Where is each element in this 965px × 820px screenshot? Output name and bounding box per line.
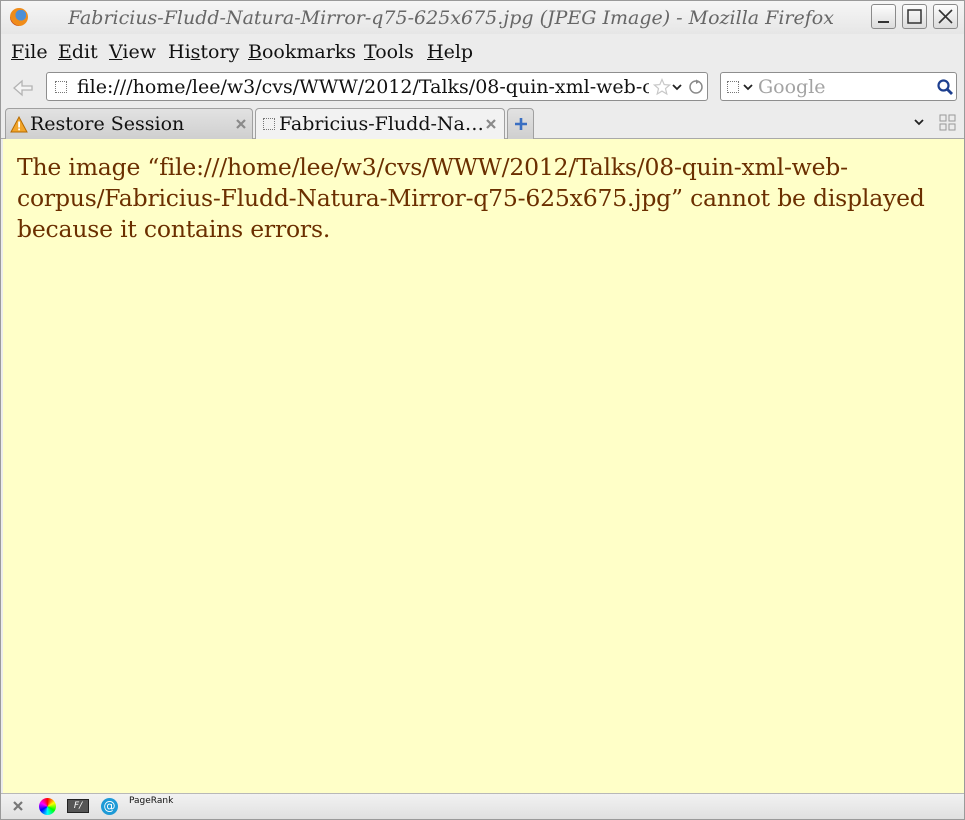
image-error-message: The image “file:///home/lee/w3/cvs/WWW/2…: [17, 153, 925, 243]
site-identity-icon[interactable]: [55, 81, 67, 93]
reload-icon[interactable]: [687, 78, 705, 96]
browser-window: Fabricius-Fludd-Natura-Mirror-q75-625x67…: [0, 0, 965, 820]
history-dropdown-icon[interactable]: [671, 82, 683, 92]
search-bar[interactable]: Google: [720, 72, 957, 101]
window-title: Fabricius-Fludd-Natura-Mirror-q75-625x67…: [68, 7, 834, 29]
menu-view[interactable]: View: [109, 41, 156, 63]
tab-restore-session[interactable]: Restore Session: [5, 108, 253, 139]
page-content: The image “file:///home/lee/w3/cvs/WWW/2…: [3, 139, 964, 793]
tab-fabricius-image[interactable]: Fabricius-Fludd-Na…: [255, 108, 505, 140]
back-arrow-icon[interactable]: [11, 78, 35, 98]
plus-icon: [515, 118, 527, 130]
menu-history[interactable]: History: [168, 41, 239, 63]
search-engine-dropdown-icon[interactable]: [742, 82, 754, 92]
tab-label: Fabricius-Fludd-Na…: [279, 113, 484, 135]
tab-bar: Restore Session Fabricius-Fludd-Na…: [1, 106, 964, 140]
bookmark-star-icon[interactable]: [653, 78, 671, 96]
url-bar[interactable]: file:///home/lee/w3/cvs/WWW/2012/Talks/0…: [46, 72, 708, 101]
page-icon: [263, 118, 275, 130]
pagerank-label[interactable]: PageRank: [129, 796, 173, 806]
maximize-icon: [907, 9, 922, 24]
color-picker-icon[interactable]: [39, 798, 56, 815]
menu-edit[interactable]: Edit: [58, 41, 98, 63]
menu-bar: File Edit View History Bookmarks Tools H…: [1, 35, 964, 68]
menu-bookmarks[interactable]: Bookmarks: [248, 41, 356, 63]
search-input[interactable]: Google: [758, 76, 826, 98]
warning-icon: [10, 116, 28, 133]
new-tab-button[interactable]: [507, 108, 534, 139]
tab-view-icon[interactable]: [939, 114, 957, 131]
search-engine-icon[interactable]: [727, 81, 739, 93]
minimize-button[interactable]: [871, 4, 896, 29]
title-bar[interactable]: Fabricius-Fludd-Natura-Mirror-q75-625x67…: [1, 1, 964, 34]
minimize-icon: [878, 21, 889, 23]
stop-icon[interactable]: [12, 800, 24, 812]
close-button[interactable]: [933, 4, 958, 29]
mail-icon[interactable]: @: [101, 798, 118, 815]
close-icon: [938, 9, 953, 24]
url-input[interactable]: file:///home/lee/w3/cvs/WWW/2012/Talks/0…: [77, 76, 649, 98]
close-tab-icon[interactable]: [485, 118, 497, 130]
menu-tools[interactable]: Tools: [364, 41, 414, 63]
close-tab-icon[interactable]: [235, 118, 247, 130]
menu-file[interactable]: File: [11, 41, 48, 63]
maximize-button[interactable]: [902, 4, 927, 29]
tab-label: Restore Session: [30, 113, 185, 135]
menu-help[interactable]: Help: [427, 41, 473, 63]
firebug-icon[interactable]: F/: [67, 799, 89, 813]
search-icon[interactable]: [936, 78, 954, 96]
list-all-tabs-icon[interactable]: [913, 117, 925, 127]
status-bar: F/ @ PageRank: [1, 793, 964, 819]
navigation-toolbar: file:///home/lee/w3/cvs/WWW/2012/Talks/0…: [1, 68, 964, 106]
